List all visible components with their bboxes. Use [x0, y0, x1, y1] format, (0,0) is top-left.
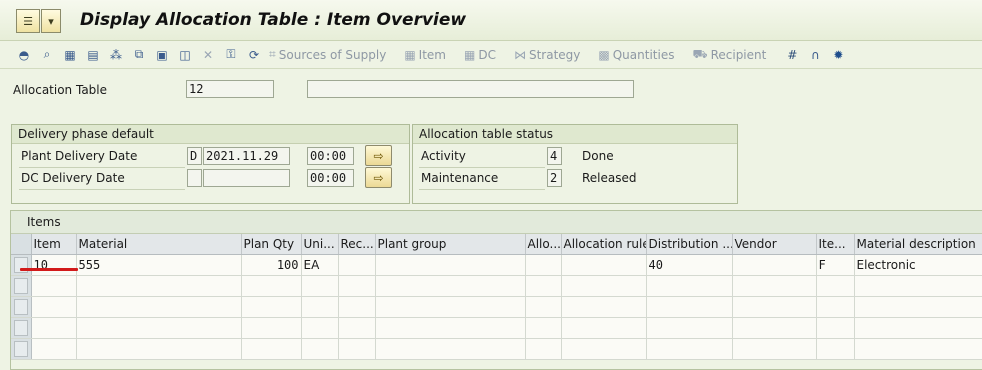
menu-icon[interactable]: ☰	[16, 9, 40, 33]
item-button[interactable]: ▦ Item	[404, 48, 446, 62]
activity-label: Activity	[421, 149, 466, 163]
arrow-right-icon: ⇨	[373, 170, 384, 185]
row-selector[interactable]	[11, 254, 32, 276]
quantities-icon: ▩	[598, 47, 610, 62]
dropdown-icon[interactable]: ▾	[41, 9, 61, 33]
binoculars-icon[interactable]: ∩	[807, 47, 823, 63]
plant-delivery-date-label: Plant Delivery Date	[21, 149, 138, 163]
cell-distribution[interactable]: 40	[646, 254, 733, 276]
row-selector[interactable]	[11, 338, 32, 360]
activity-code-field: 4	[547, 147, 562, 165]
col-item-category[interactable]: Ite...	[816, 234, 855, 255]
details-icon[interactable]: ⌕	[39, 47, 55, 63]
col-allocation-rule[interactable]: Allocation rule	[561, 234, 647, 255]
maintenance-code-field: 2	[547, 169, 562, 187]
annotation-underline	[20, 268, 78, 271]
quantities-button[interactable]: ▩ Quantities	[598, 48, 674, 62]
items-table-container: Items Item Material Plan Qty Uni... Rec.…	[10, 210, 982, 370]
arrow-right-icon: ⇨	[373, 148, 384, 163]
dc-icon: ▦	[464, 47, 476, 62]
strategy-button[interactable]: ⋈ Strategy	[514, 48, 580, 62]
col-rec[interactable]: Rec...	[338, 234, 376, 255]
sources-of-supply-button[interactable]: ⌗ Sources of Supply	[269, 47, 386, 62]
dc-delivery-type-field	[187, 169, 202, 187]
col-vendor[interactable]: Vendor	[732, 234, 817, 255]
item-icon: ▦	[404, 47, 416, 62]
items-table: Item Material Plan Qty Uni... Rec... Pla…	[11, 234, 982, 360]
dc-delivery-date-field	[203, 169, 290, 187]
grid-icon[interactable]: #	[784, 47, 800, 63]
cell-rec[interactable]	[338, 254, 376, 276]
page-title: Display Allocation Table : Item Overview	[80, 10, 467, 30]
table-row[interactable]	[11, 338, 982, 360]
col-material-description[interactable]: Material description	[854, 234, 982, 255]
cell-plant-group[interactable]	[375, 254, 526, 276]
dc-button[interactable]: ▦ DC	[464, 48, 496, 62]
table-row[interactable]	[11, 296, 982, 318]
dc-delivery-date-label: DC Delivery Date	[21, 171, 125, 185]
col-unit[interactable]: Uni...	[301, 234, 339, 255]
maintenance-text: Released	[582, 171, 637, 185]
recipient-button[interactable]: ⛟ Recipient	[692, 47, 766, 63]
cell-allocation-rule[interactable]	[561, 254, 647, 276]
plant-delivery-type-field: D	[187, 147, 202, 165]
doc-icon[interactable]: ▣	[154, 47, 170, 63]
truck-icon: ⛟	[692, 46, 708, 61]
strategy-icon: ⋈	[513, 47, 526, 62]
col-distribution[interactable]: Distribution ...	[646, 234, 733, 255]
status-group: Allocation table status	[412, 124, 738, 204]
allocation-table-label: Allocation Table	[13, 83, 108, 97]
activity-text: Done	[582, 149, 614, 163]
row-selector[interactable]	[11, 296, 32, 318]
items-table-title: Items	[11, 211, 982, 234]
table-row[interactable]	[11, 275, 982, 297]
allocation-table-description	[307, 80, 634, 98]
allocation-table-number: 12	[186, 80, 274, 98]
dc-delivery-apply-button[interactable]: ⇨	[365, 167, 392, 188]
status-title: Allocation table status	[413, 125, 737, 144]
cell-vendor[interactable]	[732, 254, 817, 276]
plant-delivery-date-field: 2021.11.29	[203, 147, 290, 165]
title-bar: ☰ ▾ Display Allocation Table : Item Over…	[0, 0, 982, 41]
cell-item-category[interactable]: F	[816, 254, 855, 276]
plant-delivery-apply-button[interactable]: ⇨	[365, 145, 392, 166]
cell-unit[interactable]: EA	[301, 254, 339, 276]
settings-icon[interactable]: ✹	[830, 47, 846, 63]
delivery-phase-title: Delivery phase default	[12, 125, 409, 144]
application-toolbar: ◓ ⌕ ▦ ▤ ⁂ ⧉ ▣ ◫ ✕ ⚿ ⟳ ⌗ Sources of Supply…	[0, 41, 982, 69]
copy-icon[interactable]: ⧉	[131, 47, 147, 63]
dc-delivery-time-field: 00:00	[307, 169, 354, 187]
plant-delivery-time-field: 00:00	[307, 147, 354, 165]
table-row[interactable]: 10 555 100 EA 40 F Electronic	[11, 254, 982, 276]
col-allo[interactable]: Allo...	[525, 234, 562, 255]
cell-material-description[interactable]: Electronic	[854, 254, 982, 276]
calendar-icon[interactable]: ▦	[62, 47, 78, 63]
select-all-cell[interactable]	[11, 234, 32, 255]
cell-item[interactable]: 10	[31, 254, 77, 276]
network-icon[interactable]: ⁂	[108, 47, 124, 63]
maintenance-label: Maintenance	[421, 171, 499, 185]
refresh-icon[interactable]: ⟳	[246, 47, 262, 63]
row-selector[interactable]	[11, 275, 32, 297]
deliveries-icon[interactable]: ▤	[85, 47, 101, 63]
doc-alt-icon[interactable]: ◫	[177, 47, 193, 63]
cell-allo[interactable]	[525, 254, 562, 276]
cell-plan-qty[interactable]: 100	[241, 254, 302, 276]
binoculars-icon: ⌗	[269, 47, 276, 61]
row-selector[interactable]	[11, 317, 32, 339]
delete-icon[interactable]: ✕	[200, 47, 216, 63]
col-material[interactable]: Material	[76, 234, 242, 255]
cell-material[interactable]: 555	[76, 254, 242, 276]
col-plant-group[interactable]: Plant group	[375, 234, 526, 255]
header-icon[interactable]: ◓	[16, 47, 32, 63]
table-row[interactable]	[11, 317, 982, 339]
col-plan-qty[interactable]: Plan Qty	[241, 234, 302, 255]
col-item[interactable]: Item	[31, 234, 77, 255]
lock-icon[interactable]: ⚿	[223, 47, 239, 63]
